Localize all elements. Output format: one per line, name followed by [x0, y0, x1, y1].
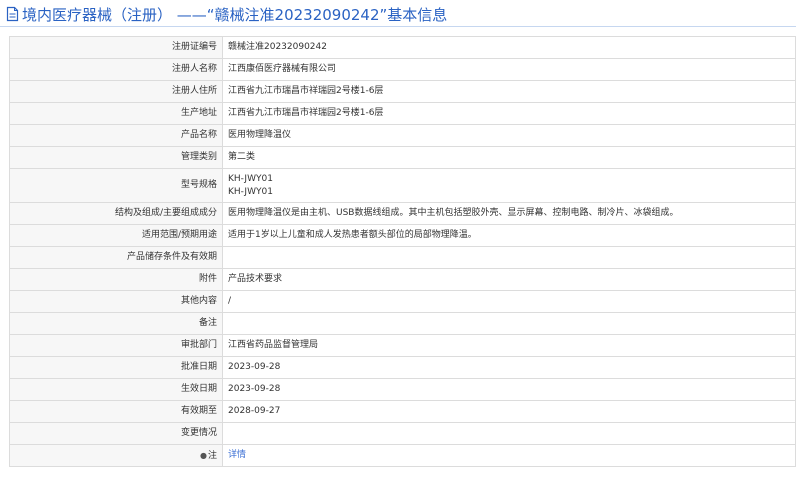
field-label: 其他内容	[9, 290, 223, 313]
field-value: 详情	[222, 444, 796, 467]
field-value: 江西省药品监督管理局	[222, 334, 796, 357]
field-label: 注册证编号	[9, 36, 223, 59]
field-label: 注册人住所	[9, 80, 223, 103]
field-value: 产品技术要求	[222, 268, 796, 291]
field-label: 适用范围/预期用途	[9, 224, 223, 247]
field-value	[222, 422, 796, 445]
field-value: 江西康佰医疗器械有限公司	[222, 58, 796, 81]
field-value: 医用物理降温仪是由主机、USB数据线组成。其中主机包括塑胶外壳、显示屏幕、控制电…	[222, 202, 796, 225]
table-row: 附件 产品技术要求	[9, 268, 796, 291]
field-label: 管理类别	[9, 146, 223, 169]
table-row: 注册人名称 江西康佰医疗器械有限公司	[9, 58, 796, 81]
table-row: 注册证编号 赣械注准20232090242	[9, 36, 796, 59]
field-value: 江西省九江市瑞昌市祥瑞园2号楼1-6层	[222, 102, 796, 125]
page-title-text: 境内医疗器械（注册） ——“赣械注准20232090242”基本信息	[22, 5, 448, 24]
table-row: 产品名称 医用物理降温仪	[9, 124, 796, 147]
table-row: 备注	[9, 312, 796, 335]
field-label: 有效期至	[9, 400, 223, 423]
field-value: 2023-09-28	[222, 356, 796, 379]
table-row: 结构及组成/主要组成成分 医用物理降温仪是由主机、USB数据线组成。其中主机包括…	[9, 202, 796, 225]
table-row: 变更情况	[9, 422, 796, 445]
field-label: 产品储存条件及有效期	[9, 246, 223, 269]
location-pin-icon: ●	[200, 450, 207, 460]
field-label: ●注	[9, 444, 223, 467]
field-value: 第二类	[222, 146, 796, 169]
table-row: 注册人住所 江西省九江市瑞昌市祥瑞园2号楼1-6层	[9, 80, 796, 103]
table-row: 其他内容 /	[9, 290, 796, 313]
table-row: ●注 详情	[9, 444, 796, 467]
table-row: 型号规格 KH-JWY01 KH-JWY01	[9, 168, 796, 203]
field-value: 医用物理降温仪	[222, 124, 796, 147]
table-row: 生产地址 江西省九江市瑞昌市祥瑞园2号楼1-6层	[9, 102, 796, 125]
title-divider	[0, 26, 796, 27]
model-line: KH-JWY01	[228, 186, 273, 197]
field-label: 生产地址	[9, 102, 223, 125]
field-value: 2023-09-28	[222, 378, 796, 401]
field-label: 产品名称	[9, 124, 223, 147]
registration-info-table: 注册证编号 赣械注准20232090242 注册人名称 江西康佰医疗器械有限公司…	[9, 36, 796, 467]
field-value: 适用于1岁以上儿童和成人发热患者额头部位的局部物理降温。	[222, 224, 796, 247]
field-value	[222, 312, 796, 335]
field-label: 型号规格	[9, 168, 223, 203]
field-value: 2028-09-27	[222, 400, 796, 423]
field-label: 批准日期	[9, 356, 223, 379]
document-icon	[6, 6, 19, 22]
page-title: 境内医疗器械（注册） ——“赣械注准20232090242”基本信息	[6, 3, 447, 25]
table-row: 管理类别 第二类	[9, 146, 796, 169]
model-line: KH-JWY01	[228, 173, 273, 184]
table-row: 批准日期 2023-09-28	[9, 356, 796, 379]
field-value: /	[222, 290, 796, 313]
field-label: 生效日期	[9, 378, 223, 401]
field-label: 注册人名称	[9, 58, 223, 81]
table-row: 审批部门 江西省药品监督管理局	[9, 334, 796, 357]
field-label: 结构及组成/主要组成成分	[9, 202, 223, 225]
field-label: 备注	[9, 312, 223, 335]
field-label: 审批部门	[9, 334, 223, 357]
table-row: 适用范围/预期用途 适用于1岁以上儿童和成人发热患者额头部位的局部物理降温。	[9, 224, 796, 247]
table-row: 有效期至 2028-09-27	[9, 400, 796, 423]
table-row: 生效日期 2023-09-28	[9, 378, 796, 401]
table-row: 产品储存条件及有效期	[9, 246, 796, 269]
field-label: 附件	[9, 268, 223, 291]
field-label: 变更情况	[9, 422, 223, 445]
note-label: 注	[207, 450, 217, 461]
field-value: KH-JWY01 KH-JWY01	[222, 168, 796, 203]
field-value: 江西省九江市瑞昌市祥瑞园2号楼1-6层	[222, 80, 796, 103]
field-value: 赣械注准20232090242	[222, 36, 796, 59]
field-value	[222, 246, 796, 269]
details-link[interactable]: 详情	[228, 450, 246, 460]
